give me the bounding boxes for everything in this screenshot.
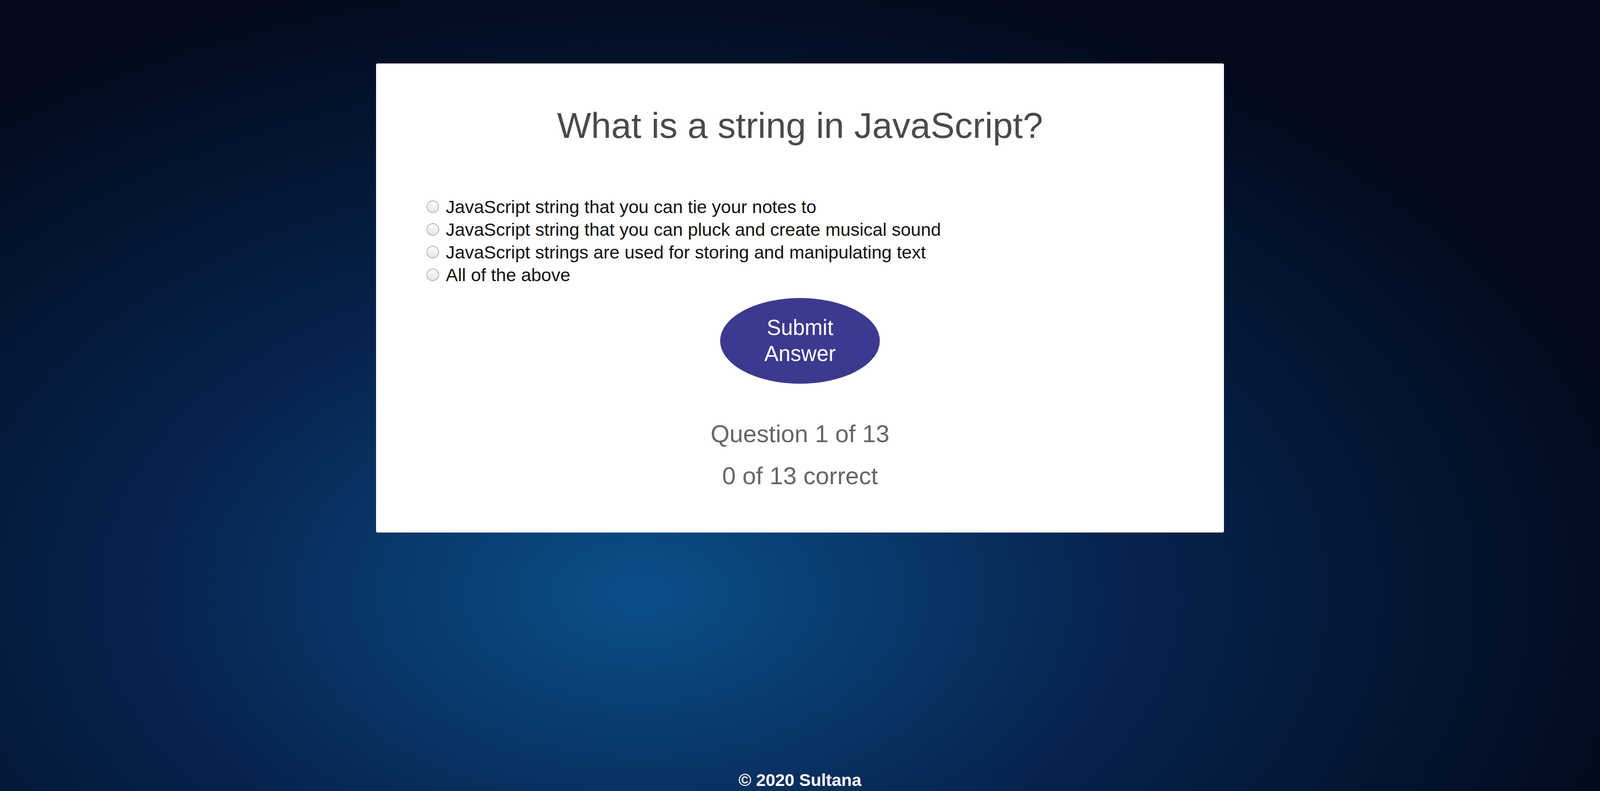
option-label: All of the above xyxy=(445,263,571,287)
option-row[interactable]: JavaScript string that you can pluck and… xyxy=(426,218,1199,241)
footer: © 2020 Sultana xyxy=(738,769,862,791)
option-label: JavaScript string that you can tie your … xyxy=(445,195,817,219)
score-text: 0 of 13 correct xyxy=(722,460,879,491)
progress-text: Question 1 of 13 xyxy=(710,418,890,449)
radio-button[interactable] xyxy=(426,268,440,282)
radio-button[interactable] xyxy=(426,245,440,259)
option-row[interactable]: All of the above xyxy=(426,263,1199,287)
option-label: JavaScript strings are used for storing … xyxy=(445,240,926,264)
submit-button[interactable]: Submit Answer xyxy=(720,297,880,384)
radio-button[interactable] xyxy=(426,200,440,214)
option-label: JavaScript string that you can pluck and… xyxy=(445,218,941,241)
quiz-page: What is a string in JavaScript? JavaScrip… xyxy=(0,0,1600,791)
options-list: JavaScript string that you can tie your … xyxy=(376,195,1224,287)
quiz-card: What is a string in JavaScript? JavaScrip… xyxy=(376,63,1224,533)
option-row[interactable]: JavaScript string that you can tie your … xyxy=(426,195,1199,219)
radio-button[interactable] xyxy=(426,223,440,236)
question-title: What is a string in JavaScript? xyxy=(540,102,1061,149)
option-row[interactable]: JavaScript strings are used for storing … xyxy=(426,240,1199,264)
